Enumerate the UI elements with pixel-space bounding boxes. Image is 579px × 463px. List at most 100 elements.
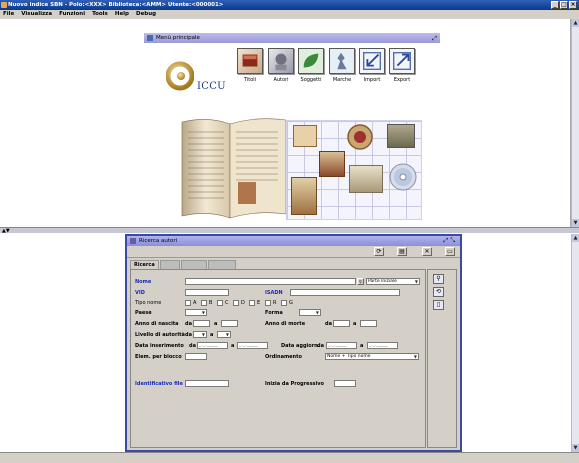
data-inserimento-label: Data inserimento — [135, 343, 184, 349]
document-icon[interactable]: ▯ — [433, 300, 444, 310]
anno-nascita-da-input[interactable] — [193, 320, 210, 327]
data-agg-da-label: da — [317, 343, 324, 349]
minimize-icon[interactable]: _ — [551, 1, 559, 9]
tab-disabled-3[interactable] — [207, 260, 236, 269]
tipo-a-checkbox[interactable] — [185, 300, 191, 306]
tab-disabled-1[interactable] — [159, 260, 180, 269]
portrait-image — [387, 124, 415, 148]
data-agg-a-label: a — [360, 343, 364, 349]
data-ins-da-input[interactable]: _._._____ — [197, 342, 228, 349]
scroll-down-icon[interactable]: ▼ — [572, 444, 579, 452]
isadn-input[interactable] — [290, 289, 400, 296]
tipo-c-checkbox[interactable] — [217, 300, 223, 306]
tipo-g-checkbox[interactable] — [281, 300, 287, 306]
identificativo-file-input[interactable] — [185, 380, 229, 387]
mark-icon — [329, 48, 355, 74]
print-icon[interactable]: ▭ — [445, 247, 455, 256]
tipo-a-label: A — [193, 300, 197, 306]
data-agg-da-input[interactable]: _._._____ — [326, 342, 357, 349]
ricerca-autori-titlebar: Ricerca autori ⤢⤡ — [127, 236, 460, 246]
top-scrollbar[interactable]: ▲ ▼ — [571, 19, 579, 227]
search-icon[interactable]: ⚲ — [357, 278, 364, 285]
livello-a-select[interactable] — [217, 331, 231, 338]
nome-input[interactable] — [185, 278, 356, 285]
export-button[interactable]: Export — [389, 48, 415, 83]
data-agg-a-input[interactable]: _._._____ — [367, 342, 398, 349]
tab-disabled-2[interactable] — [180, 260, 207, 269]
data-ins-a-input[interactable]: _._._____ — [237, 342, 268, 349]
nome-label: Nome — [135, 279, 152, 285]
anno-nascita-a-input[interactable] — [221, 320, 238, 327]
scroll-up-icon[interactable]: ▲ — [572, 19, 579, 27]
livello-autorita-label: Livello di autorità — [135, 332, 185, 338]
tab-ricerca[interactable]: Ricerca — [130, 260, 159, 269]
autori-button[interactable]: Autori — [268, 48, 294, 83]
search-icon[interactable]: ⚲ — [433, 274, 444, 284]
anno-morte-a-label: a — [353, 321, 357, 327]
maximize-icon[interactable]: ⤢ — [432, 34, 437, 44]
soggetti-button[interactable]: Soggetti — [298, 48, 324, 83]
refresh-icon[interactable]: ⟲ — [433, 287, 444, 297]
bottom-scrollbar[interactable]: ▲ ▼ — [571, 234, 579, 452]
cd-disc-image — [389, 163, 417, 191]
menu-principale-titlebar: Menù principale ⤢ — [144, 33, 440, 43]
refresh-icon[interactable]: ⟳ — [374, 247, 384, 256]
menu-file[interactable]: File — [3, 10, 14, 19]
anno-nascita-label: Anno di nascita — [135, 321, 179, 327]
scroll-up-icon[interactable]: ▲ — [572, 234, 579, 242]
tipo-nome-label: Tipo nome — [135, 300, 162, 306]
anno-morte-a-input[interactable] — [360, 320, 377, 327]
window-title: Nuovo indice SBN - Polo:<XXX> Biblioteca… — [8, 2, 224, 8]
marche-button[interactable]: Marche — [329, 48, 355, 83]
import-icon — [359, 48, 385, 74]
forma-label: Forma — [265, 310, 283, 316]
scroll-down-icon[interactable]: ▼ — [572, 219, 579, 227]
menu-help[interactable]: Help — [115, 10, 129, 19]
tipo-e-checkbox[interactable] — [249, 300, 255, 306]
search-form: Nome ⚲ Parte Iniziale VID ISADN Tipo nom… — [130, 269, 426, 448]
livello-da-label: da — [185, 332, 192, 338]
frontispiece-image — [291, 177, 317, 215]
maximize-icon[interactable]: □ — [560, 1, 568, 9]
inizia-progressivo-label: Inizia da Progressivo — [265, 381, 324, 387]
image-collage-grid — [286, 120, 422, 220]
elem-blocco-label: Elem. per blocco — [135, 354, 182, 360]
export-icon — [389, 48, 415, 74]
ricerca-tabs: Ricerca — [130, 260, 236, 269]
save-icon[interactable]: ▤ — [397, 247, 407, 256]
import-button[interactable]: Import — [359, 48, 385, 83]
split-divider[interactable]: ▲▼ — [0, 227, 579, 234]
inizia-progressivo-input[interactable] — [334, 380, 356, 387]
anno-morte-da-input[interactable] — [333, 320, 350, 327]
soggetti-label: Soggetti — [300, 77, 322, 83]
frame-controls[interactable]: ⤢⤡ — [443, 236, 457, 246]
vid-input[interactable] — [185, 289, 229, 296]
action-sidebar: ⚲ ⟲ ▯ — [427, 269, 457, 448]
titoli-button[interactable]: Titoli — [237, 48, 263, 83]
menu-funzioni[interactable]: Funzioni — [59, 10, 85, 19]
ricerca-toolbar: ⟳ ▤ ✕ ▭ — [127, 246, 460, 258]
close-icon[interactable]: × — [569, 1, 577, 9]
menu-tools[interactable]: Tools — [92, 10, 108, 19]
ordinamento-select[interactable]: Nome + Tipo nome — [325, 353, 419, 360]
medallion-image — [347, 124, 373, 150]
menu-debug[interactable]: Debug — [136, 10, 156, 19]
tipo-r-checkbox[interactable] — [265, 300, 271, 306]
data-ins-a-label: a — [231, 343, 235, 349]
ricerca-autori-title: Ricerca autori — [139, 238, 178, 244]
tipo-d-checkbox[interactable] — [233, 300, 239, 306]
author-icon — [268, 48, 294, 74]
delete-icon[interactable]: ✕ — [422, 247, 432, 256]
book-icon — [237, 48, 263, 74]
window-titlebar: Nuovo indice SBN - Polo:<XXX> Biblioteca… — [0, 0, 579, 10]
menu-visualizza[interactable]: Visualizza — [21, 10, 52, 19]
elem-blocco-input[interactable] — [185, 353, 207, 360]
anno-nascita-a-label: a — [214, 321, 218, 327]
app-icon — [1, 2, 7, 8]
forma-select[interactable] — [299, 309, 321, 316]
tipo-b-checkbox[interactable] — [201, 300, 207, 306]
paese-select[interactable] — [185, 309, 207, 316]
anno-nascita-da-label: da — [185, 321, 192, 327]
nome-match-select[interactable]: Parte Iniziale — [366, 278, 420, 285]
livello-da-select[interactable] — [193, 331, 207, 338]
